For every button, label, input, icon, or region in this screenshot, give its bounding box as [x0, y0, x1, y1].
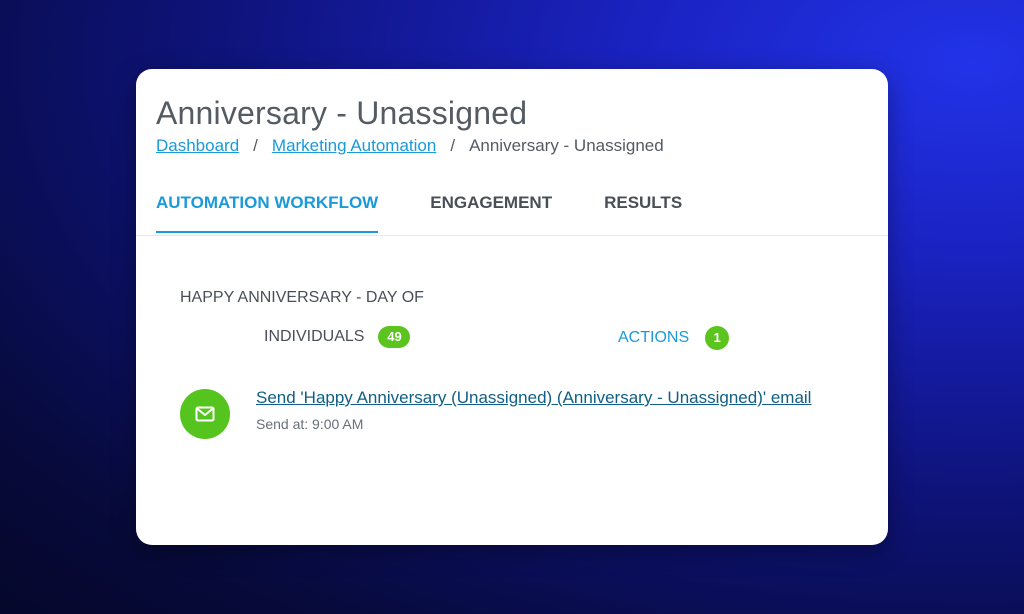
tab-divider — [136, 235, 888, 236]
mail-icon — [180, 389, 230, 439]
send-time: Send at: 9:00 AM — [256, 416, 364, 432]
tab-results[interactable]: RESULTS — [604, 193, 682, 231]
actions-count-badge: 1 — [705, 326, 730, 350]
tab-engagement[interactable]: ENGAGEMENT — [430, 193, 552, 231]
breadcrumb-separator: / — [253, 136, 258, 155]
individuals-stat: INDIVIDUALS 49 — [264, 326, 411, 348]
action-text: Send 'Happy Anniversary (Unassigned) (An… — [256, 388, 811, 432]
individuals-label: INDIVIDUALS — [264, 328, 365, 345]
breadcrumb: Dashboard / Marketing Automation / Anniv… — [156, 136, 664, 156]
page-title: Anniversary - Unassigned — [156, 95, 528, 131]
breadcrumb-separator: / — [450, 136, 456, 155]
breadcrumb-link-marketing-automation[interactable]: Marketing Automation — [272, 136, 436, 156]
individuals-count-badge: 49 — [378, 326, 411, 348]
workflow-step-title: HAPPY ANNIVERSARY - DAY OF — [180, 289, 424, 306]
tab-bar: AUTOMATION WORKFLOW ENGAGEMENT RESULTS — [156, 193, 682, 233]
workflow-action-row: Send 'Happy Anniversary (Unassigned) (An… — [180, 387, 811, 439]
tab-automation-workflow[interactable]: AUTOMATION WORKFLOW — [156, 193, 379, 233]
breadcrumb-current: Anniversary - Unassigned — [469, 136, 664, 155]
breadcrumb-link-dashboard[interactable]: Dashboard — [156, 136, 239, 156]
envelope-glyph — [195, 406, 215, 422]
automation-card: Anniversary - Unassigned Dashboard / Mar… — [136, 69, 888, 545]
page-background: Anniversary - Unassigned Dashboard / Mar… — [0, 0, 1024, 614]
actions-stat[interactable]: ACTIONS 1 — [618, 326, 730, 350]
send-email-action-link[interactable]: Send 'Happy Anniversary (Unassigned) (An… — [256, 388, 811, 408]
actions-label[interactable]: ACTIONS — [618, 329, 689, 347]
